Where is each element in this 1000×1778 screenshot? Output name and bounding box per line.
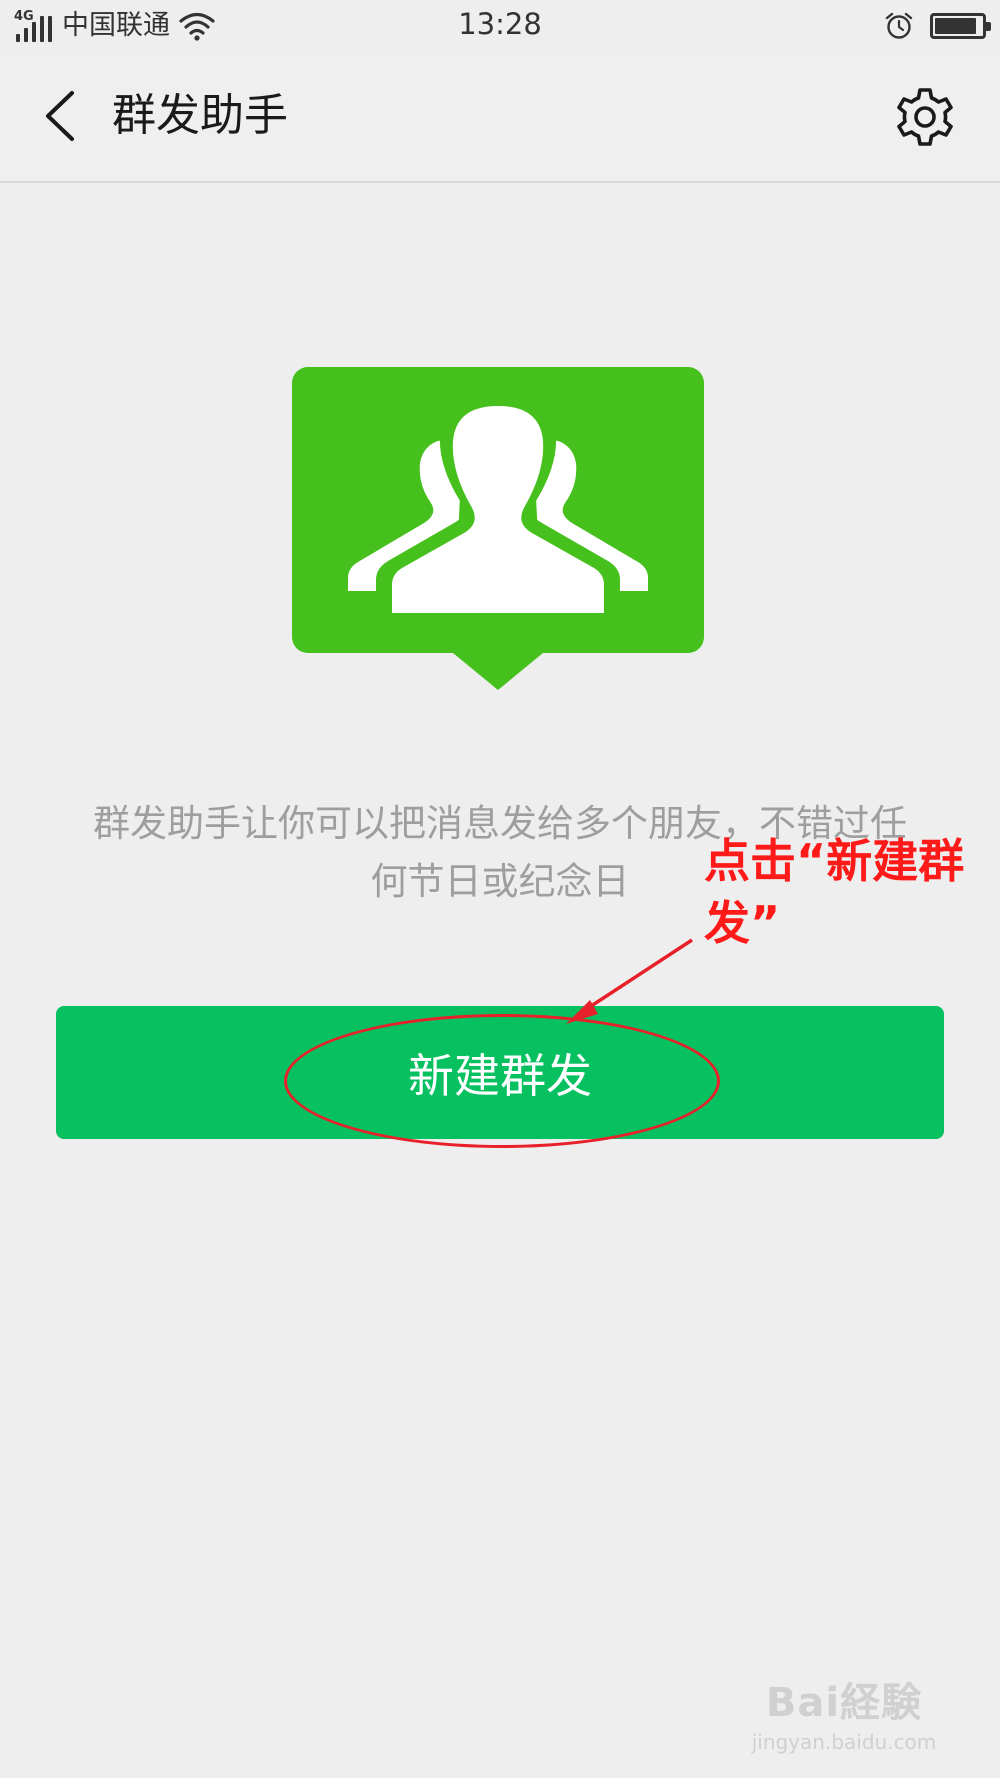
status-time: 13:28 bbox=[458, 7, 542, 41]
battery-icon bbox=[930, 13, 991, 39]
back-button[interactable] bbox=[30, 80, 90, 152]
battery-nub bbox=[986, 22, 991, 31]
annotation-line-1: 点击“新建群 bbox=[704, 834, 965, 888]
page-title: 群发助手 bbox=[112, 90, 288, 141]
baidu-jingyan-watermark: Bai経験 jingyan.baidu.com bbox=[744, 1678, 944, 1756]
status-bar: 4G 中国联通 13:28 bbox=[0, 0, 1000, 50]
watermark-logo: Bai経験 bbox=[765, 1680, 923, 1726]
alarm-icon bbox=[885, 12, 913, 39]
watermark-url: jingyan.baidu.com bbox=[751, 1730, 937, 1754]
nav-bar: 群发助手 bbox=[0, 50, 1000, 183]
annotation-text: 点击“新建群 发” bbox=[704, 830, 996, 954]
group-chat-icon bbox=[292, 367, 704, 690]
gear-icon[interactable] bbox=[892, 84, 958, 150]
screen: 4G 中国联通 13:28 群发助手 群发助手让你可以把消息发给多个朋友，不错过… bbox=[0, 0, 1000, 1778]
annotation-line-2: 发” bbox=[704, 896, 781, 950]
chevron-left-icon bbox=[46, 91, 74, 141]
status-right bbox=[884, 8, 991, 44]
annotation-ellipse bbox=[284, 1014, 720, 1148]
battery-fill bbox=[935, 18, 977, 34]
